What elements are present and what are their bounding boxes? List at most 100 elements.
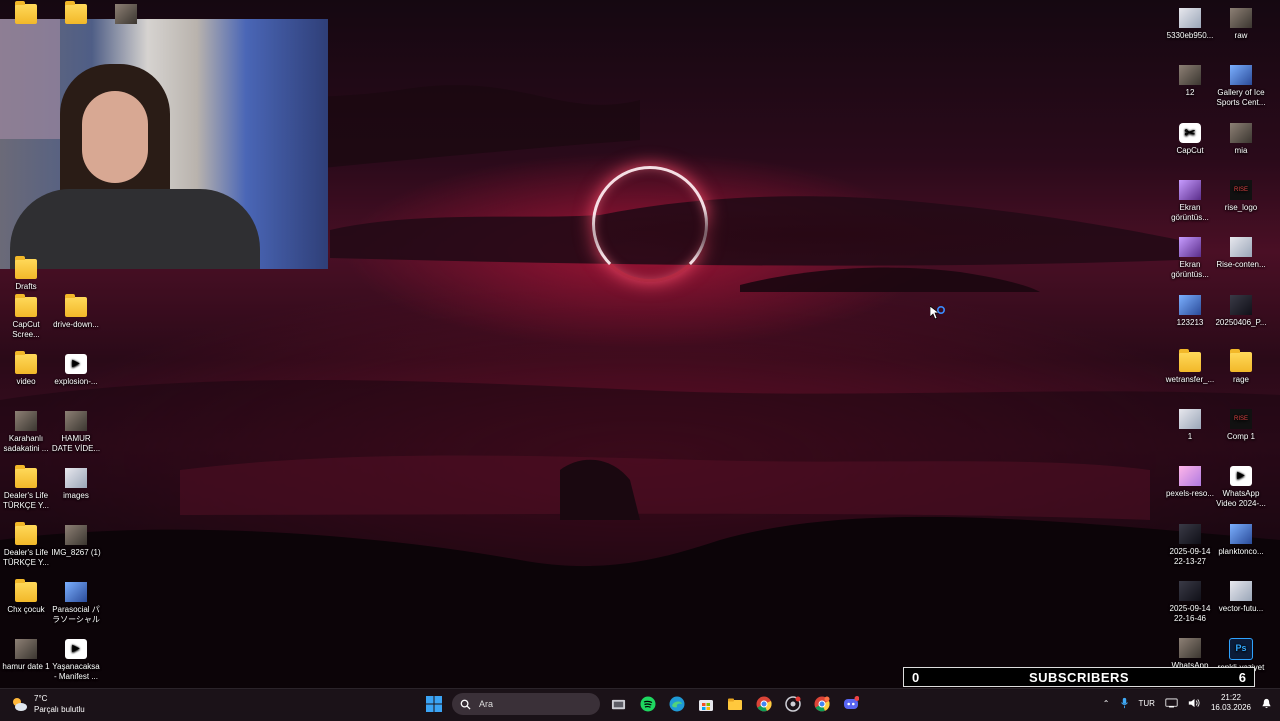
desktop-icon-label: Chx çocuk <box>7 605 45 614</box>
desktop-icon-label: 123213 <box>1176 317 1204 327</box>
desktop-icon-label: 1 <box>1187 432 1193 442</box>
chrome-profile-button[interactable] <box>782 694 803 715</box>
desktop-icon[interactable]: Ekran görüntüs... <box>1164 179 1216 223</box>
desktop-icon[interactable] <box>0 1 52 27</box>
person-hoodie <box>10 189 260 269</box>
image-thumbnail-icon <box>65 582 87 602</box>
desktop-icon[interactable]: pexels-reso... <box>1164 466 1216 499</box>
clock[interactable]: 21:22 16.03.2026 <box>1211 693 1251 713</box>
desktop-icon-label: Rise-conten... <box>1216 260 1266 270</box>
chrome-profile-2-icon <box>814 696 830 712</box>
image-thumbnail-icon <box>1230 294 1252 315</box>
image-thumbnail-icon <box>1230 523 1252 544</box>
start-button[interactable] <box>423 694 444 715</box>
folder-icon <box>15 256 37 279</box>
eclipse-cloud <box>520 205 1120 265</box>
video-file-icon: ▶ <box>65 354 87 374</box>
desktop-icon[interactable]: Drafts <box>0 256 52 292</box>
system-tray: ⌃ TUR 21:22 16.03.2026 <box>1103 693 1272 713</box>
desktop-icon-label: images <box>63 491 89 500</box>
desktop-icon-label: Dealer's Life TÜRKÇE Y... <box>3 491 49 510</box>
discord-button[interactable] <box>840 694 861 715</box>
desktop-icon[interactable]: RISE rise_logo <box>1215 179 1267 213</box>
desktop-icon[interactable]: Parasocial パラソーシャル <box>50 582 102 625</box>
desktop-icon[interactable]: Chx çocuk <box>0 579 52 615</box>
taskbar-search[interactable]: Ara <box>452 693 600 715</box>
chrome-profile-2-button[interactable] <box>811 694 832 715</box>
desktop-icon[interactable]: hamur date 1 <box>0 639 52 672</box>
spotify-button[interactable] <box>637 694 658 715</box>
desktop-icon[interactable]: RISE Comp 1 <box>1215 409 1267 442</box>
edge-button[interactable] <box>666 694 687 715</box>
desktop-icon[interactable] <box>50 1 102 27</box>
desktop-icon[interactable]: 5330eb950... <box>1164 8 1216 41</box>
desktop-icon[interactable]: 2025-09-14 22-13-27 <box>1164 523 1216 567</box>
folder-icon <box>15 522 37 545</box>
desktop-icon[interactable]: Ekran görüntüs... <box>1164 237 1216 280</box>
desktop-icon[interactable]: Rise-conten... <box>1215 237 1267 270</box>
image-thumbnail-icon <box>1230 581 1252 601</box>
desktop-icon[interactable]: raw <box>1215 8 1267 41</box>
desktop-icon[interactable]: ▶ explosion-... <box>50 354 102 387</box>
desktop-icon[interactable]: planktonco... <box>1215 523 1267 557</box>
windows-logo-icon <box>425 696 442 712</box>
image-thumbnail-icon <box>1179 409 1201 430</box>
image-thumbnail-icon <box>1230 237 1252 258</box>
desktop-icon[interactable]: ▶ WhatsApp Video 2024-... <box>1215 466 1267 509</box>
file-explorer-button[interactable] <box>724 694 745 715</box>
language-indicator[interactable]: TUR <box>1139 699 1155 708</box>
desktop-icon[interactable]: 12 <box>1164 65 1216 98</box>
desktop-icon[interactable]: ▶ Yaşanacaksa - Manifest ... <box>50 639 102 682</box>
desktop-icon[interactable]: 123213 <box>1164 294 1216 328</box>
desktop-icon-label: Gallery of Ice Sports Cent... <box>1216 88 1266 108</box>
chevron-up-icon[interactable]: ⌃ <box>1103 699 1110 708</box>
desktop-icon[interactable]: CapCut Scree... <box>0 294 52 340</box>
image-thumbnail-icon <box>1179 523 1201 544</box>
image-thumbnail-icon <box>1179 638 1201 659</box>
desktop-icon-label: Comp 1 <box>1226 432 1255 442</box>
store-button[interactable] <box>695 694 716 715</box>
desktop-icon[interactable]: rage <box>1215 348 1267 385</box>
notification-bell-icon[interactable] <box>1261 698 1272 709</box>
video-file-icon: ▶ <box>1230 466 1252 487</box>
desktop-icon[interactable]: drive-down... <box>50 294 102 330</box>
desktop-icon[interactable]: Gallery of Ice Sports Cent... <box>1215 65 1267 108</box>
video-file-icon: ▶ <box>65 639 87 659</box>
microphone-icon[interactable] <box>1120 697 1129 709</box>
desktop-icon[interactable]: IMG_8267 (1) <box>50 525 102 558</box>
image-thumbnail-icon <box>1179 466 1201 487</box>
search-icon <box>460 699 471 710</box>
photoshop-icon: Ps <box>1229 638 1253 661</box>
folder-icon <box>15 294 37 317</box>
desktop-icon-label: Parasocial パラソーシャル <box>52 605 100 624</box>
clock-date: 16.03.2026 <box>1210 703 1251 712</box>
weather-widget[interactable]: 7°C Parçalı bulutlu <box>10 693 85 715</box>
desktop-icon[interactable]: 1 <box>1164 409 1216 442</box>
desktop-icon[interactable]: Karahanlı sadakatini ... <box>0 411 52 454</box>
image-thumbnail-icon <box>115 4 137 24</box>
folder-icon <box>1179 348 1201 372</box>
desktop-icon[interactable]: wetransfer_... <box>1164 348 1216 385</box>
desktop-icon-label: Karahanlı sadakatini ... <box>3 434 49 453</box>
desktop-icon-label: raw <box>1234 31 1248 40</box>
desktop-icon[interactable]: Dealer's Life TÜRKÇE Y... <box>0 522 52 568</box>
desktop-icon[interactable]: vector-futu... <box>1215 581 1267 614</box>
desktop-icon[interactable]: 20250406_P... <box>1215 294 1267 328</box>
task-view-button[interactable] <box>608 694 629 715</box>
desktop-icon-label: explosion-... <box>54 377 98 386</box>
desktop-icon[interactable]: mia <box>1215 122 1267 156</box>
desktop-icon[interactable]: HAMUR DATE VİDE... <box>50 411 102 454</box>
desktop-icon[interactable]: Dealer's Life TÜRKÇE Y... <box>0 465 52 511</box>
desktop-icon-label: CapCut <box>1176 145 1204 155</box>
desktop-icon[interactable]: images <box>50 468 102 501</box>
desktop-icon-label: wetransfer_... <box>1165 374 1215 384</box>
desktop-icon[interactable]: ✂ CapCut <box>1164 122 1216 156</box>
chrome-button[interactable] <box>753 694 774 715</box>
desktop-icon-label: 2025-09-14 22-16-46 <box>1169 604 1211 623</box>
desktop-icon[interactable]: 2025-09-14 22-16-46 <box>1164 581 1216 624</box>
desktop-icon[interactable]: video <box>0 351 52 387</box>
network-icon[interactable] <box>1165 698 1178 708</box>
volume-icon[interactable] <box>1188 698 1201 708</box>
desktop-icon[interactable] <box>100 4 152 27</box>
desktop-icon-label: hamur date 1 <box>2 662 50 671</box>
